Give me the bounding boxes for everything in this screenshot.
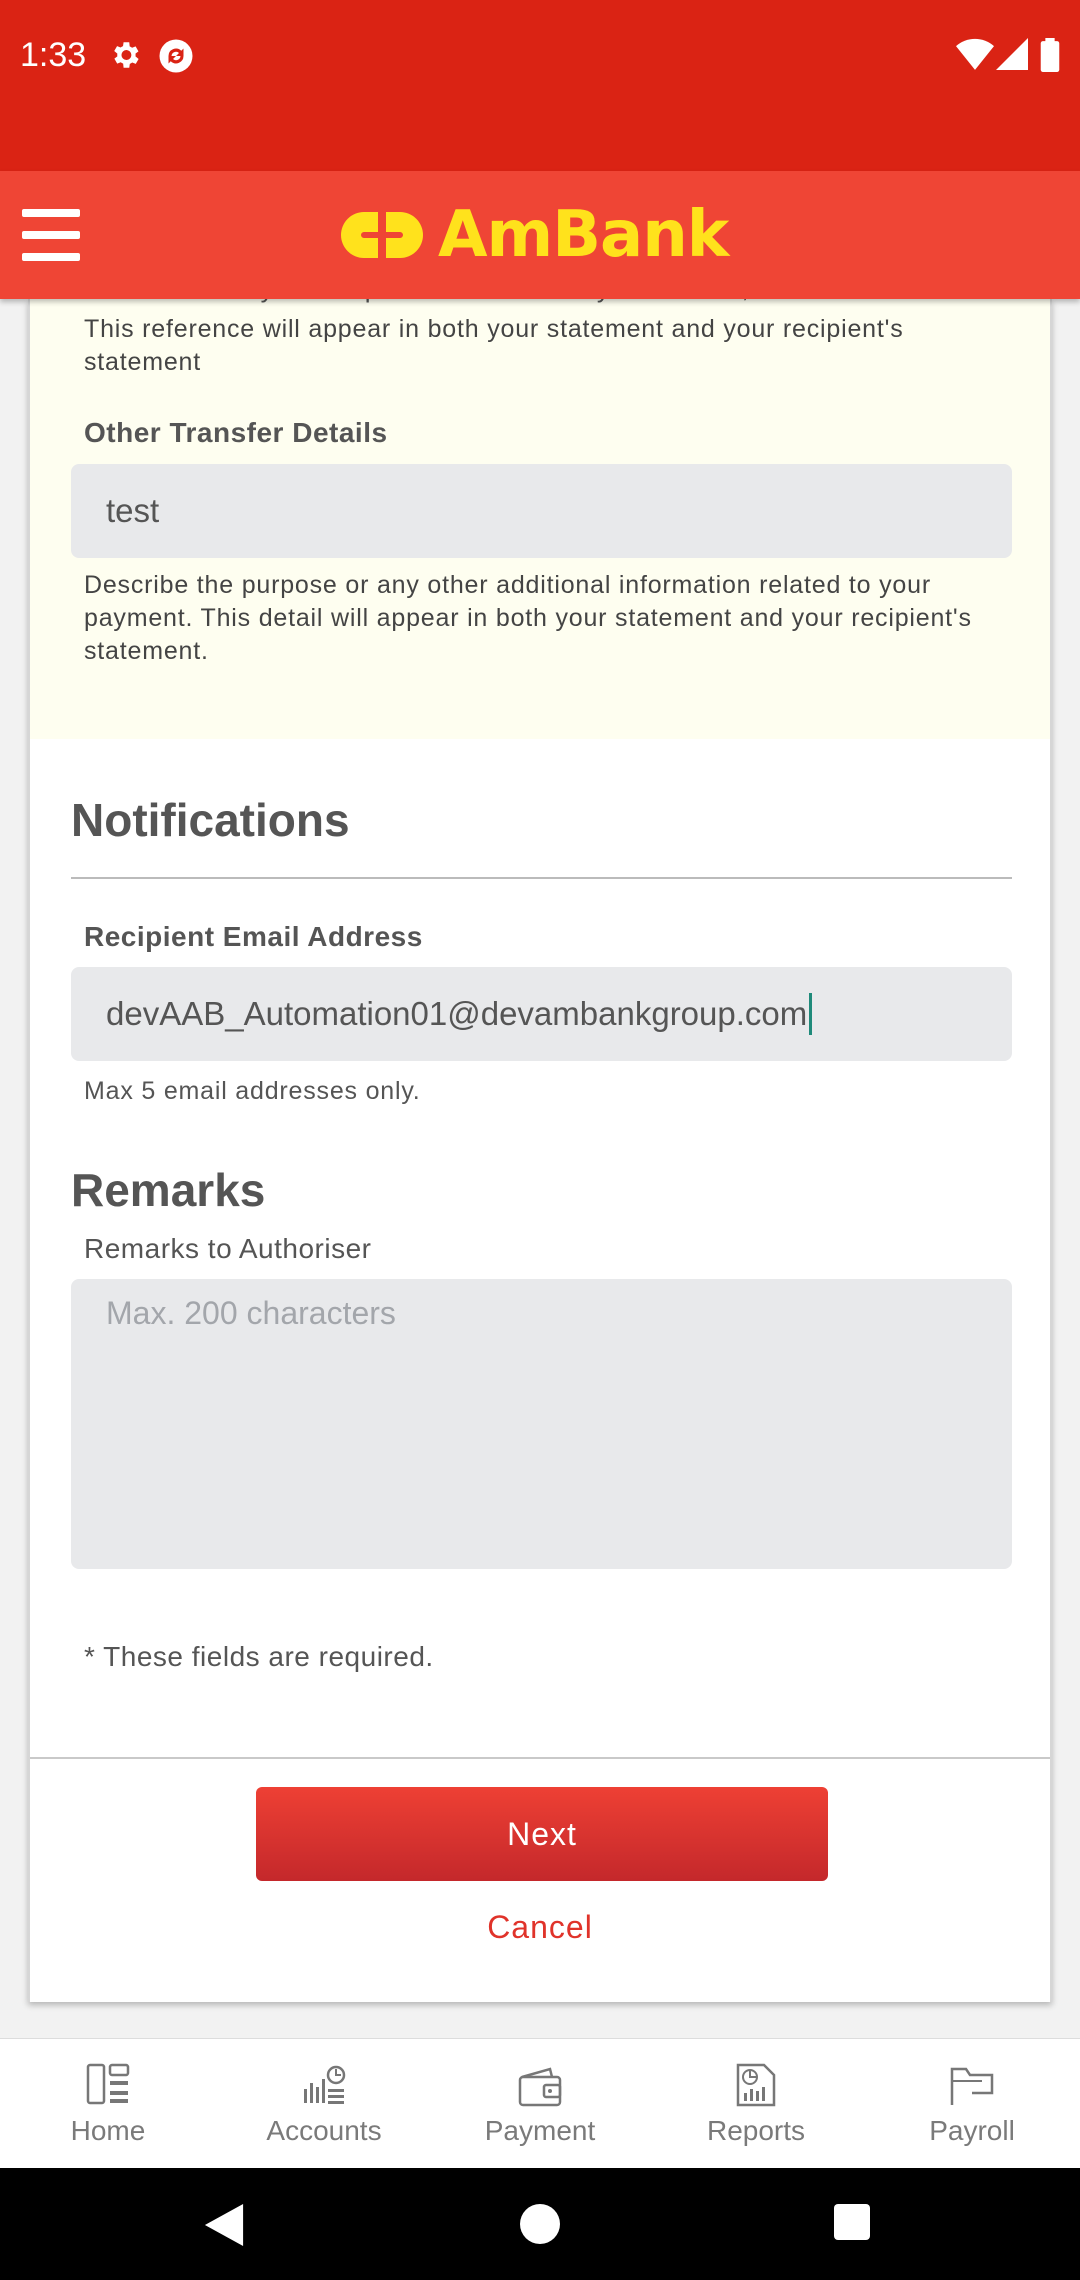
- recipient-email-value: devAAB_Automation01@devambankgroup.com: [106, 995, 808, 1032]
- accounts-icon: [304, 2065, 346, 2104]
- nav-home[interactable]: Home: [0, 2039, 216, 2169]
- other-details-input[interactable]: test: [71, 464, 1012, 558]
- home-icon: [86, 2063, 130, 2105]
- payroll-icon: [950, 2067, 994, 2105]
- transfer-form-card: A reference to your recipient which can …: [28, 273, 1052, 2002]
- nav-reports-label: Reports: [706, 2115, 806, 2146]
- recipient-email-input[interactable]: devAAB_Automation01@devambankgroup.com: [71, 967, 1012, 1061]
- nav-accounts-label: Accounts: [266, 2115, 382, 2146]
- bottom-nav: Home Accounts Payment Reports Payroll: [0, 2038, 1080, 2168]
- system-nav-bar: [0, 2168, 1080, 2280]
- nav-payroll-label: Payroll: [929, 2115, 1015, 2146]
- signal-icon: [996, 38, 1028, 70]
- remarks-placeholder: Max. 200 characters: [106, 1295, 396, 1331]
- settings-icon: [114, 42, 139, 68]
- other-details-value: test: [106, 492, 160, 529]
- nav-payment-label: Payment: [484, 2115, 596, 2146]
- status-time: 1:33: [20, 36, 87, 74]
- required-fields-note: * These fields are required.: [84, 1641, 434, 1672]
- notifications-divider: [71, 877, 1012, 879]
- other-details-help: Describe the purpose or any other additi…: [84, 571, 972, 665]
- sync-icon: [159, 39, 193, 73]
- back-icon[interactable]: [204, 2204, 244, 2246]
- next-button[interactable]: Next: [256, 1787, 828, 1881]
- reference-help-text: This reference will appear in both your …: [84, 315, 904, 376]
- other-details-label: Other Transfer Details: [84, 417, 388, 448]
- nav-payment[interactable]: Payment: [432, 2039, 648, 2169]
- wifi-icon: [956, 38, 994, 70]
- nav-payroll[interactable]: Payroll: [864, 2039, 1080, 2169]
- brand-name: AmBank: [438, 198, 729, 272]
- home-circle-icon[interactable]: [520, 2204, 560, 2244]
- notifications-title: Notifications: [71, 794, 350, 846]
- footer-divider: [30, 1757, 1050, 1759]
- nav-reports[interactable]: Reports: [648, 2039, 864, 2169]
- menu-icon[interactable]: [22, 209, 80, 261]
- cancel-button[interactable]: Cancel: [487, 1909, 593, 1945]
- recipient-email-label: Recipient Email Address: [84, 921, 423, 952]
- app-header: AmBank: [0, 171, 1080, 299]
- remarks-textarea[interactable]: Max. 200 characters: [71, 1279, 1012, 1569]
- nav-accounts[interactable]: Accounts: [216, 2039, 432, 2169]
- status-bar: 1:33: [0, 0, 1080, 171]
- recents-icon[interactable]: [834, 2204, 870, 2240]
- ambank-logo-mark: [341, 212, 423, 258]
- battery-icon: [1040, 38, 1060, 72]
- remarks-label: Remarks to Authoriser: [84, 1233, 372, 1264]
- text-cursor: [809, 993, 813, 1035]
- remarks-title: Remarks: [71, 1164, 266, 1216]
- cancel-link: Cancel: [30, 1909, 1050, 1946]
- nav-home-label: Home: [70, 2115, 146, 2146]
- transfer-details-section: A reference to your recipient which can …: [30, 273, 1050, 739]
- wallet-icon: [518, 2067, 562, 2107]
- reports-icon: [736, 2063, 776, 2107]
- email-help-text: Max 5 email addresses only.: [84, 1077, 421, 1105]
- ambank-logo: AmBank: [334, 198, 729, 272]
